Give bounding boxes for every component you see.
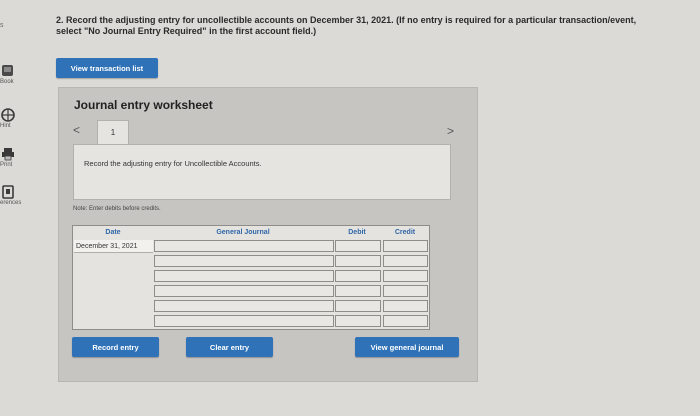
- question-text: 2. Record the adjusting entry for uncoll…: [56, 15, 637, 36]
- view-general-journal-button[interactable]: View general journal: [355, 337, 459, 357]
- instruction-text: Record the adjusting entry for Uncollect…: [84, 159, 262, 168]
- table-row-date: [74, 254, 153, 267]
- debit-field[interactable]: [335, 255, 381, 267]
- table-row-date: [74, 284, 153, 297]
- account-field[interactable]: [154, 255, 334, 267]
- account-field[interactable]: [154, 240, 334, 252]
- account-field[interactable]: [154, 315, 334, 327]
- record-entry-button[interactable]: Record entry: [72, 337, 159, 357]
- rail-edge-text: s: [0, 22, 4, 29]
- table-row-date[interactable]: December 31, 2021: [74, 240, 153, 253]
- rail-item-book[interactable]: Book: [0, 64, 24, 85]
- credit-field[interactable]: [383, 255, 428, 267]
- next-arrow-icon[interactable]: >: [447, 124, 454, 138]
- instruction-box: Record the adjusting entry for Uncollect…: [73, 144, 451, 200]
- references-icon: [2, 185, 14, 199]
- rail-label-references: erences: [0, 200, 22, 206]
- account-field[interactable]: [154, 300, 334, 312]
- globe-icon: [1, 108, 15, 122]
- rail-item-hint[interactable]: Hint: [0, 108, 24, 129]
- table-row-date: [74, 314, 153, 327]
- tab-1[interactable]: 1: [97, 120, 129, 145]
- prev-arrow-icon[interactable]: <: [73, 123, 80, 137]
- general-journal-header: General Journal: [216, 229, 270, 236]
- print-icon: [2, 148, 14, 161]
- book-icon: [2, 65, 13, 76]
- clear-entry-button[interactable]: Clear entry: [186, 337, 273, 357]
- credit-field[interactable]: [383, 240, 428, 252]
- debit-field[interactable]: [335, 300, 381, 312]
- table-row-date: [74, 299, 153, 312]
- credit-header: Credit: [394, 229, 416, 236]
- worksheet-title: Journal entry worksheet: [74, 98, 213, 112]
- credit-field[interactable]: [383, 315, 428, 327]
- debit-header: Debit: [348, 229, 366, 236]
- debit-field[interactable]: [335, 285, 381, 297]
- rail-label-hint: Hint: [0, 123, 11, 129]
- account-field[interactable]: [154, 285, 334, 297]
- rail-label-book: Book: [0, 79, 14, 85]
- left-rail: s Book Hint Print erences: [0, 0, 22, 416]
- rail-item-references[interactable]: erences: [0, 185, 24, 206]
- debit-field[interactable]: [335, 240, 381, 252]
- journal-table: Date General Journal Debit Credit Decemb…: [72, 225, 430, 330]
- debit-field[interactable]: [335, 315, 381, 327]
- account-field[interactable]: [154, 270, 334, 282]
- date-header: Date: [105, 229, 121, 236]
- view-transaction-list-button[interactable]: View transaction list: [56, 58, 158, 78]
- note-text: Note: Enter debits before credits.: [73, 206, 161, 212]
- table-row-date: [74, 269, 153, 282]
- debit-field[interactable]: [335, 270, 381, 282]
- credit-field[interactable]: [383, 285, 428, 297]
- rail-label-print: Print: [0, 162, 13, 168]
- credit-field[interactable]: [383, 270, 428, 282]
- rail-item-print[interactable]: Print: [0, 147, 24, 168]
- credit-field[interactable]: [383, 300, 428, 312]
